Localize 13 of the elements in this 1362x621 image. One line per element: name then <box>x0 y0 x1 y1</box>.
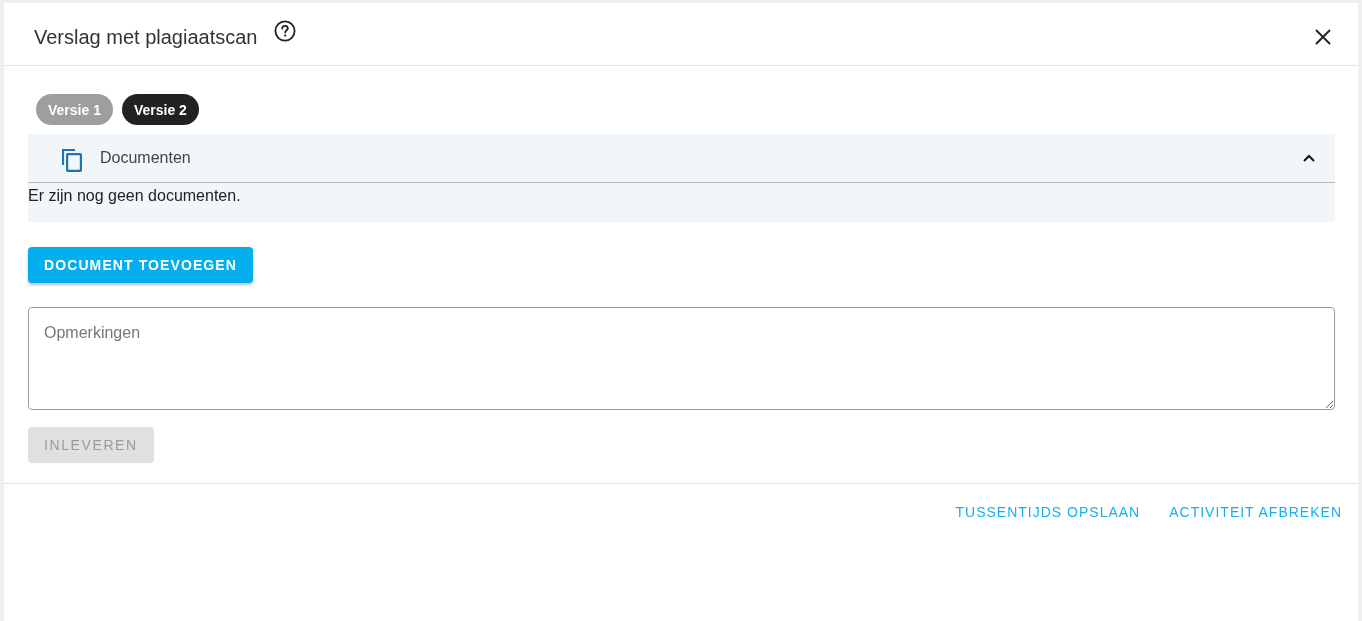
close-icon[interactable] <box>1315 29 1331 45</box>
chevron-icon[interactable] <box>1303 154 1315 162</box>
version-chip[interactable]: Versie 2 <box>121 94 199 125</box>
documents-icon <box>62 149 82 172</box>
footer-action-button[interactable]: ACTIVITEIT AFBREKEN <box>1161 494 1350 530</box>
footer-action-button[interactable]: TUSSENTIJDS OPSLAAN <box>947 494 1149 530</box>
dialog-title: Verslag met plagiaatscan <box>34 25 258 49</box>
documents-panel-title[interactable]: Documenten <box>100 149 1303 167</box>
empty-message: Er zijn nog geen documenten. <box>28 187 241 204</box>
remarks-field[interactable]: Opmerkingen <box>28 307 1335 410</box>
help-icon[interactable] <box>274 20 297 42</box>
add-document-button[interactable]: DOCUMENT TOEVOEGEN <box>28 247 253 283</box>
version-chip[interactable]: Versie 1 <box>36 94 113 125</box>
